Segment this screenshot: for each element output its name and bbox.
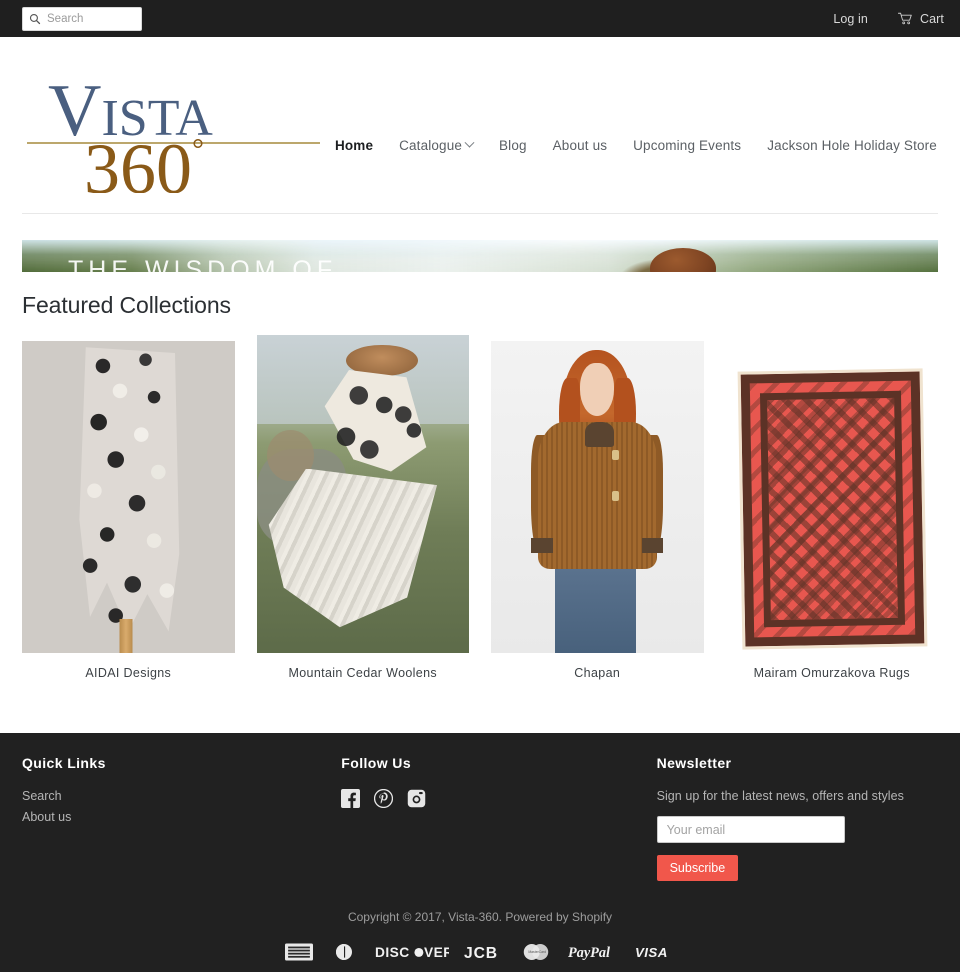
site-footer: Quick Links Search About us Follow Us Ne… — [0, 733, 960, 972]
footer-quick-links-title: Quick Links — [22, 755, 106, 771]
logo-360-text: 360° — [84, 129, 204, 193]
collection-image-mountain-cedar-woolens[interactable] — [256, 335, 469, 653]
site-header: VISTA 360° Home Catalogue Blog About us … — [0, 37, 960, 213]
top-right-links: Log in Cart — [833, 12, 944, 26]
chevron-down-icon — [464, 138, 475, 149]
collection-card: Mountain Cedar Woolens — [256, 335, 470, 680]
discover-icon: DISC VER — [375, 945, 449, 960]
collection-card: Chapan — [491, 341, 704, 680]
collection-image-aidai-designs[interactable] — [22, 341, 235, 653]
jcb-icon: JCB — [464, 945, 498, 962]
search-icon — [29, 13, 41, 24]
shopping-cart-icon — [897, 12, 912, 25]
nav-item-home[interactable]: Home — [322, 138, 386, 153]
nav-item-upcoming-events[interactable]: Upcoming Events — [620, 138, 754, 153]
search-input[interactable] — [47, 12, 139, 25]
model-jeans — [554, 559, 636, 653]
jacket-cuff-left — [531, 537, 553, 554]
paypal-icon: PayPal — [568, 945, 610, 961]
scarf-pattern — [22, 341, 235, 653]
instagram-link[interactable] — [407, 789, 426, 808]
collection-caption-mountain-cedar-woolens[interactable]: Mountain Cedar Woolens — [257, 666, 470, 680]
cart-link[interactable]: Cart — [897, 11, 944, 26]
nav-item-catalogue-label: Catalogue — [399, 137, 463, 153]
collection-card: Mairam Omurzakova Rugs — [725, 364, 939, 680]
jacket-collar — [584, 422, 615, 448]
collection-image-chapan[interactable] — [491, 341, 704, 653]
nav-item-catalogue[interactable]: Catalogue — [386, 138, 486, 153]
site-logo[interactable]: VISTA 360° — [22, 57, 322, 193]
payment-methods-row: DISC VER JCB MasterCard PayPal VISA — [0, 941, 960, 963]
featured-collections-grid: AIDAI Designs Mountain Cedar Woolens Cha… — [22, 335, 938, 680]
jcb-label: JCB — [464, 945, 498, 962]
collection-caption-mairam-omurzakova-rugs[interactable]: Mairam Omurzakova Rugs — [726, 666, 939, 680]
social-icon-row — [341, 789, 632, 808]
search-container — [22, 6, 142, 31]
collection-caption-chapan[interactable]: Chapan — [491, 666, 704, 680]
footer-quick-links: Quick Links Search About us — [22, 755, 327, 881]
discover-label: DISC — [375, 945, 410, 960]
footer-follow-us-title: Follow Us — [341, 755, 412, 771]
paypal-label: PayPal — [568, 945, 610, 961]
hero-caption: THE WISDOM OF — [68, 256, 338, 272]
footer-newsletter: Newsletter Sign up for the latest news, … — [633, 755, 938, 881]
featured-collections-title: Featured Collections — [22, 292, 231, 318]
jacket-cuff-right — [641, 537, 664, 554]
pinterest-icon — [374, 789, 394, 808]
jacket-button-top — [612, 450, 620, 461]
footer-columns: Quick Links Search About us Follow Us Ne… — [0, 733, 960, 881]
newsletter-email-input[interactable] — [656, 816, 845, 843]
mastercard-icon: MasterCard — [523, 944, 549, 960]
vista-360-logo: VISTA 360° — [27, 70, 320, 193]
felt-rug — [737, 368, 927, 649]
collection-image-mairam-omurzakova-rugs[interactable] — [725, 364, 938, 653]
nav-item-blog[interactable]: Blog — [486, 138, 540, 153]
top-utility-bar: Log in Cart — [0, 0, 960, 37]
facebook-icon — [341, 789, 361, 808]
login-label: Log in — [833, 11, 868, 26]
newsletter-description: Sign up for the latest news, offers and … — [656, 789, 904, 803]
diners-club-icon — [336, 944, 352, 960]
login-link[interactable]: Log in — [833, 12, 868, 26]
newsletter-subscribe-button[interactable]: Subscribe — [656, 855, 739, 881]
pinterest-link[interactable] — [374, 789, 394, 808]
visa-label: VISA — [635, 945, 668, 960]
footer-newsletter-title: Newsletter — [656, 755, 732, 771]
model-face — [580, 362, 615, 416]
cart-label: Cart — [919, 11, 944, 26]
instagram-icon — [408, 789, 426, 808]
display-stand — [119, 619, 133, 653]
hero-banner[interactable]: THE WISDOM OF — [22, 240, 938, 272]
main-navigation: Home Catalogue Blog About us Upcoming Ev… — [322, 98, 950, 153]
jacket-button-bottom — [612, 490, 620, 501]
footer-follow-us: Follow Us — [327, 755, 632, 881]
visa-icon: VISA — [635, 945, 668, 960]
search-box[interactable] — [22, 6, 142, 31]
collection-caption-aidai-designs[interactable]: AIDAI Designs — [22, 666, 235, 680]
svg-text:MasterCard: MasterCard — [528, 950, 546, 954]
copyright-text: Copyright © 2017, Vista-360. Powered by … — [347, 910, 613, 924]
collection-card: AIDAI Designs — [22, 341, 235, 680]
american-express-icon — [285, 943, 313, 961]
footer-link-search[interactable]: Search — [22, 789, 327, 803]
facebook-link[interactable] — [341, 789, 361, 808]
footer-link-about-us[interactable]: About us — [22, 810, 327, 824]
nav-item-jackson-hole-holiday-store[interactable]: Jackson Hole Holiday Store — [754, 138, 950, 153]
header-divider — [22, 213, 938, 214]
svg-text:VER: VER — [424, 945, 449, 960]
nav-item-about-us[interactable]: About us — [540, 138, 621, 153]
